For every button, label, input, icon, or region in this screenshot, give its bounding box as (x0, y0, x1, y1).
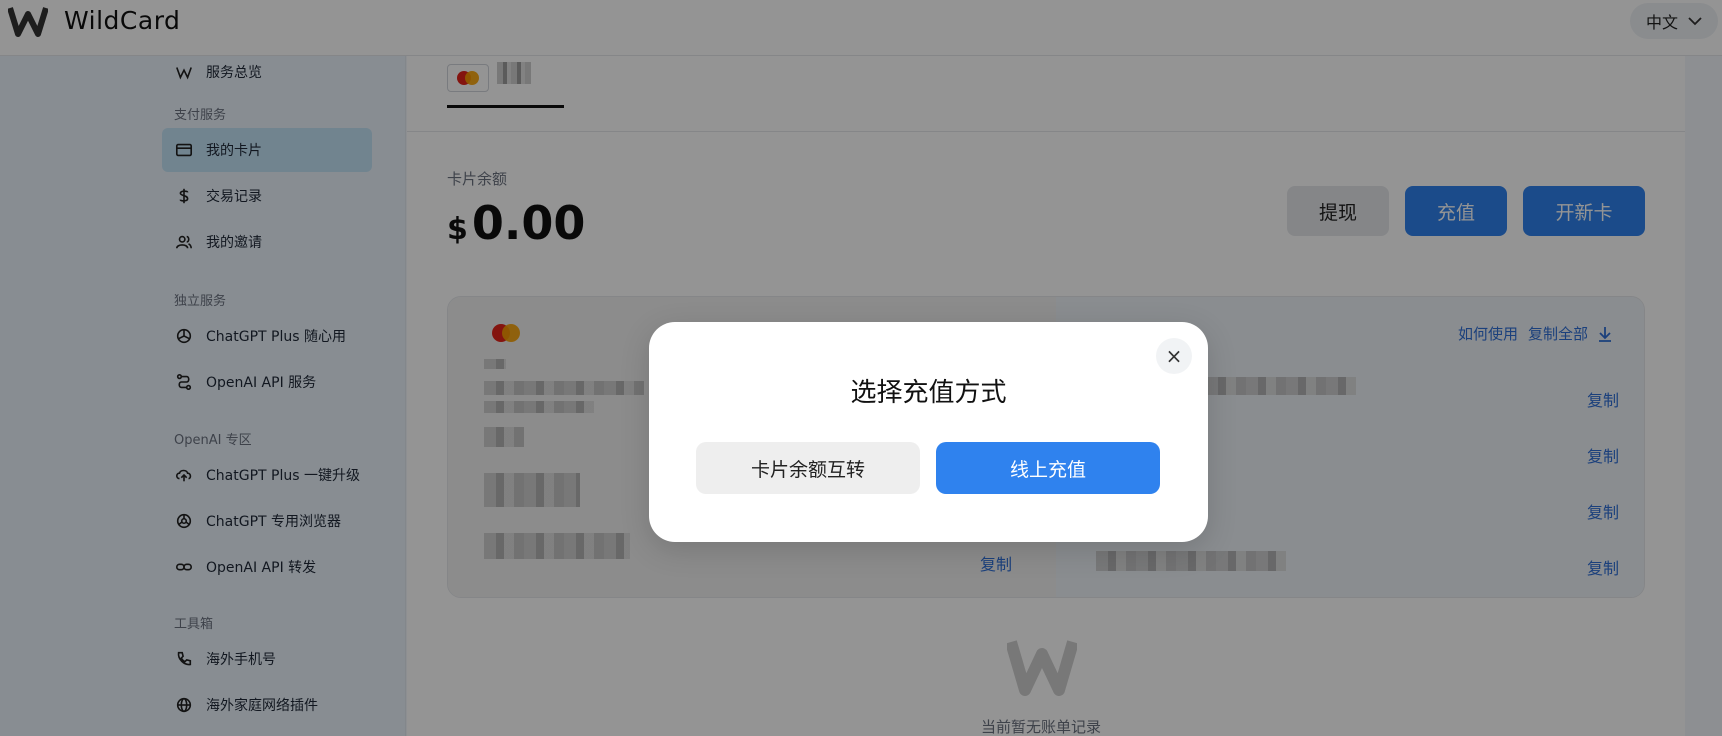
online-topup-button[interactable]: 线上充值 (936, 442, 1160, 494)
topup-method-dialog: × 选择充值方式 卡片余额互转 线上充值 (649, 322, 1208, 542)
balance-transfer-button[interactable]: 卡片余额互转 (696, 442, 920, 494)
close-icon: × (1165, 344, 1183, 368)
dialog-title: 选择充值方式 (850, 378, 1007, 408)
close-button[interactable]: × (1156, 338, 1192, 374)
